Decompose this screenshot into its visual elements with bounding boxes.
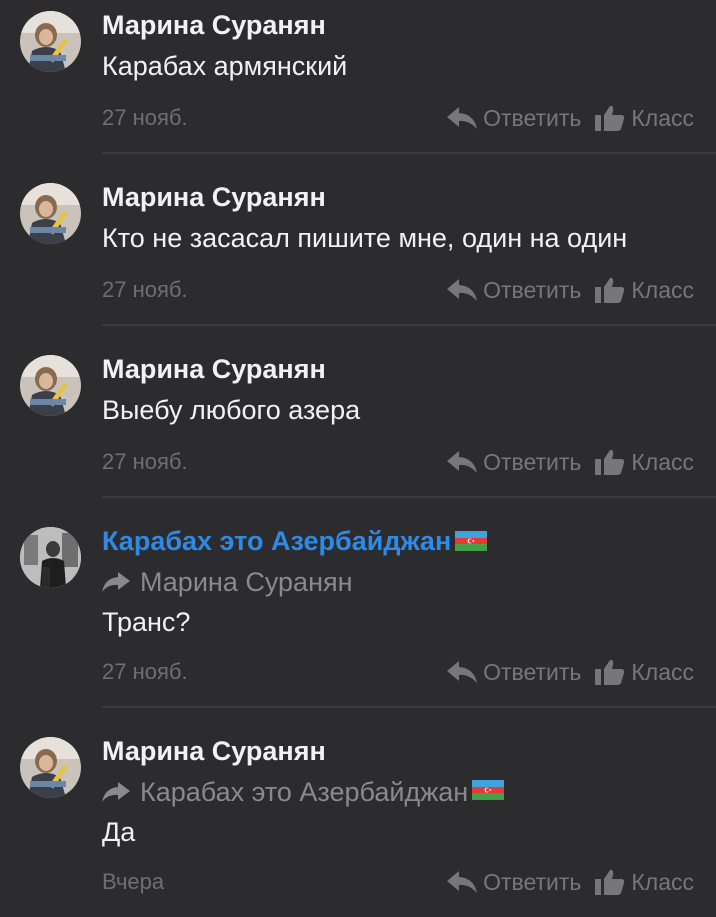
comment-author[interactable]: Марина Суранян xyxy=(102,353,326,385)
comment-divider xyxy=(102,496,716,498)
reply-to-line[interactable]: Карабах это Азербайджан xyxy=(102,776,505,808)
comment-actions: Ответить Класс xyxy=(447,658,694,686)
comment-date: 27 нояб. xyxy=(102,277,188,302)
like-button[interactable]: Класс xyxy=(595,104,694,132)
reply-button[interactable]: Ответить xyxy=(447,104,581,132)
user-avatar[interactable] xyxy=(20,355,81,416)
like-button[interactable]: Класс xyxy=(595,658,694,686)
comment-text: Выебу любого азера xyxy=(102,395,361,425)
like-label: Класс xyxy=(631,277,694,303)
reply-label: Ответить xyxy=(483,105,582,131)
comment-date: 27 нояб. xyxy=(102,105,188,130)
comment-date: Вчера xyxy=(102,869,165,894)
like-button[interactable]: Класс xyxy=(595,276,694,304)
comment-divider xyxy=(102,324,716,326)
user-avatar[interactable] xyxy=(20,737,81,798)
reply-button[interactable]: Ответить xyxy=(447,868,581,896)
reply-arrow-icon xyxy=(447,661,478,683)
comment-author[interactable]: Марина Суранян xyxy=(102,181,326,213)
comment-divider xyxy=(102,706,716,708)
forward-arrow-icon xyxy=(102,782,130,802)
reply-to-name[interactable]: Карабах это Азербайджан xyxy=(140,776,468,808)
like-label: Класс xyxy=(631,869,694,895)
reply-button[interactable]: Ответить xyxy=(447,276,581,304)
user-avatar[interactable] xyxy=(20,11,81,72)
like-label: Класс xyxy=(631,105,694,131)
reply-label: Ответить xyxy=(483,659,582,685)
comment-author[interactable]: Карабах это Азербайджан xyxy=(102,525,488,557)
comment-actions: Ответить Класс xyxy=(447,104,694,132)
azerbaijan-flag-icon xyxy=(472,780,505,800)
comment-date: 27 нояб. xyxy=(102,449,188,474)
comment-text: Кто не засасал пишите мне, один на один xyxy=(102,223,628,253)
reply-arrow-icon xyxy=(447,451,478,473)
forward-arrow-icon xyxy=(102,572,130,592)
reply-button[interactable]: Ответить xyxy=(447,658,581,686)
azerbaijan-flag-icon xyxy=(455,530,488,551)
comment-actions: Ответить Класс xyxy=(447,448,694,476)
author-name[interactable]: Карабах это Азербайджан xyxy=(102,526,451,556)
comment-author[interactable]: Марина Суранян xyxy=(102,735,326,767)
comments-feed: Марина Суранян Карабах армянский 27 нояб… xyxy=(0,0,716,917)
reply-arrow-icon xyxy=(447,871,478,893)
like-button[interactable]: Класс xyxy=(595,448,694,476)
thumbs-up-icon xyxy=(595,869,625,895)
thumbs-up-icon xyxy=(595,449,625,475)
reply-to-name[interactable]: Марина Суранян xyxy=(140,566,353,598)
reply-button[interactable]: Ответить xyxy=(447,448,581,476)
comment-text: Транс? xyxy=(102,607,191,637)
like-label: Класс xyxy=(631,449,694,475)
user-avatar[interactable] xyxy=(20,183,81,244)
reply-arrow-icon xyxy=(447,107,478,129)
like-button[interactable]: Класс xyxy=(595,868,694,896)
user-avatar[interactable] xyxy=(20,527,81,588)
reply-label: Ответить xyxy=(483,449,582,475)
reply-to-line[interactable]: Марина Суранян xyxy=(102,566,353,598)
comment-divider xyxy=(102,152,716,154)
comment-actions: Ответить Класс xyxy=(447,868,694,896)
thumbs-up-icon xyxy=(595,659,625,685)
reply-label: Ответить xyxy=(483,869,582,895)
thumbs-up-icon xyxy=(595,105,625,131)
comment-author[interactable]: Марина Суранян xyxy=(102,9,326,41)
comment-actions: Ответить Класс xyxy=(447,276,694,304)
reply-label: Ответить xyxy=(483,277,582,303)
comment-text: Да xyxy=(102,817,136,847)
like-label: Класс xyxy=(631,659,694,685)
thumbs-up-icon xyxy=(595,277,625,303)
reply-arrow-icon xyxy=(447,279,478,301)
comment-text: Карабах армянский xyxy=(102,51,348,81)
comment-date: 27 нояб. xyxy=(102,659,188,684)
